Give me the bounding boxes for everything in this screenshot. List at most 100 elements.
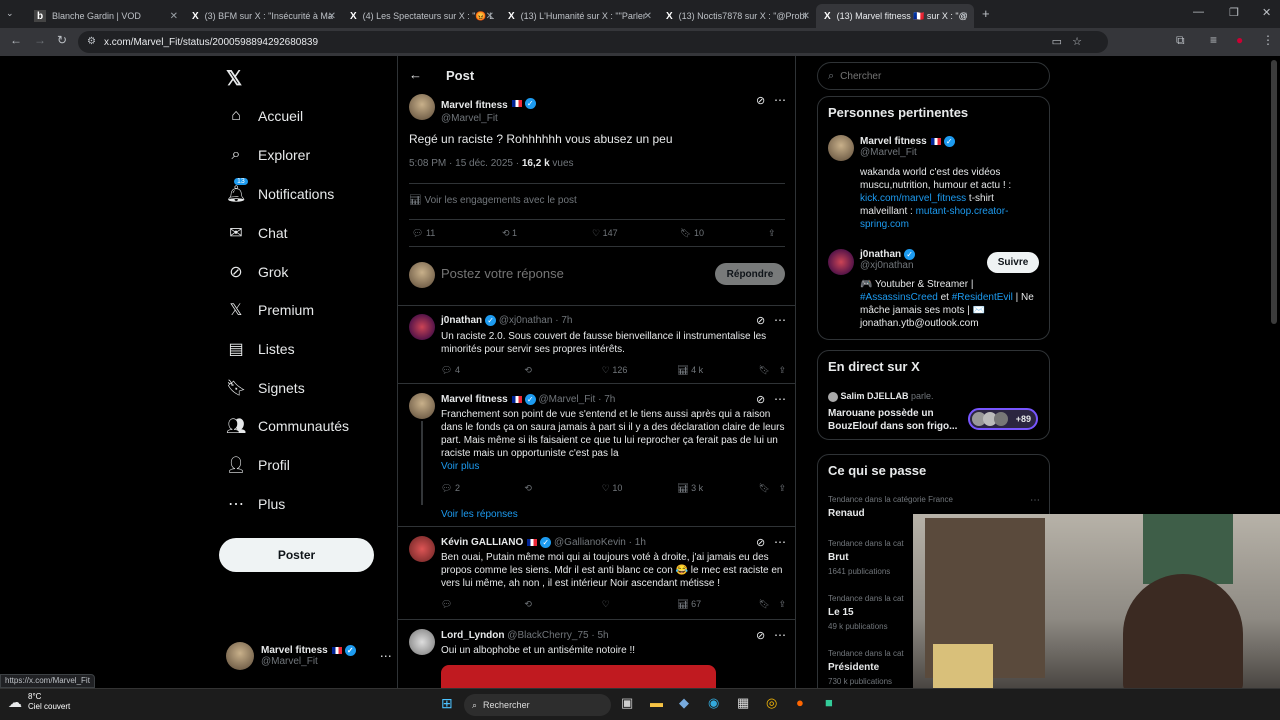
bookmark-button[interactable]: 🔖︎ 10 — [680, 228, 768, 239]
repost-button[interactable]: ⟲ — [524, 365, 601, 376]
close-icon[interactable]: ✕ — [960, 11, 968, 22]
bookmark-icon[interactable]: 🔖︎ — [759, 483, 779, 494]
repost-button[interactable]: ⟲ — [524, 599, 601, 610]
new-tab-icon[interactable]: + — [982, 6, 990, 21]
reply-button[interactable]: 💬︎ 11 — [412, 228, 502, 239]
bio-link[interactable]: kick.com/marvel_fitness — [860, 193, 966, 204]
browser-tab-active[interactable]: X (13) Marvel fitness 🇫🇷 sur X : "@ ✕ — [816, 4, 974, 28]
close-icon[interactable]: ✕ — [802, 11, 810, 22]
reply-button[interactable]: 💬︎ — [441, 599, 524, 610]
x-logo-icon[interactable]: 𝕏 — [226, 66, 242, 91]
share-icon[interactable]: ⇪ — [768, 228, 776, 239]
search-input[interactable] — [840, 70, 1021, 82]
avatar[interactable] — [409, 629, 435, 655]
reply-button[interactable]: 💬︎ 4 — [441, 365, 524, 376]
search-box[interactable]: ⌕ — [817, 62, 1050, 90]
nav-item-premium[interactable]: 𝕏 Premium — [226, 296, 314, 324]
live-listeners[interactable]: +89 — [968, 408, 1038, 430]
app-icon[interactable]: ■ — [825, 695, 833, 710]
more-icon[interactable]: ⋯ — [380, 649, 392, 663]
nav-item-chat[interactable]: ✉ Chat — [226, 219, 287, 247]
live-title[interactable]: Marouane possède un BouzElouf dans son f… — [828, 407, 963, 433]
browser-tab-1[interactable]: b Blanche Gardin | VOD ✕ — [26, 4, 184, 28]
more-icon[interactable]: ⋯ — [774, 93, 786, 107]
reply-tweet[interactable]: Marvel fitness ✓ @Marvel_Fit · 7h ⊘ ⋯ Fra… — [398, 385, 796, 527]
hashtag-link[interactable]: #ResidentEvil — [952, 292, 1013, 303]
browser-tab-3[interactable]: X (4) Les Spectateurs sur X : "😡 L ✕ — [342, 4, 500, 28]
browser-tab-2[interactable]: X (3) BFM sur X : "Insécurité à Ma ✕ — [184, 4, 342, 28]
browser-tab-5[interactable]: X (13) Noctis7878 sur X : "@Probl ✕ — [658, 4, 816, 28]
extensions-icon[interactable]: ⧉ — [1176, 33, 1185, 48]
close-icon[interactable]: ✕ — [328, 11, 336, 22]
repost-button[interactable]: ⟲ 1 — [502, 228, 592, 239]
page-scrollbar[interactable] — [1271, 60, 1277, 324]
taskbar-search[interactable]: ⌕ Rechercher — [464, 694, 611, 716]
nav-item-grok[interactable]: ⊘ Grok — [226, 258, 288, 286]
more-icon[interactable]: ⋯ — [774, 628, 786, 642]
post-button[interactable]: Poster — [219, 538, 374, 572]
person-card[interactable]: j0nathan ✓ @xj0nathan — [860, 249, 916, 271]
more-icon[interactable]: ⋯ — [1030, 495, 1040, 506]
minimize-icon[interactable]: — — [1193, 6, 1204, 18]
views-button[interactable]: 📊︎ 67 — [677, 599, 758, 610]
show-more-link[interactable]: Voir plus — [441, 461, 479, 472]
views-button[interactable]: 📊︎ 3 k — [677, 483, 758, 494]
nav-item-listes[interactable]: ▤ Listes — [226, 335, 294, 363]
views-button[interactable]: 📊︎ 4 k — [677, 365, 758, 376]
back-icon[interactable]: ← — [10, 33, 22, 47]
reply-tweet[interactable]: Kévin GALLIANO ✓ @GallianoKevin · 1h ⊘ ⋯ … — [398, 528, 796, 620]
engagements-link[interactable]: 📊︎ Voir les engagements avec le post — [409, 195, 577, 206]
avatar[interactable] — [828, 249, 854, 275]
trend-item[interactable]: Tendance dans la cat Présidente 730 k pu… — [828, 649, 904, 686]
browser-tab-4[interactable]: X (13) L'Humanité sur X : ""Parler ✕ — [500, 4, 658, 28]
nav-item-communautes[interactable]: 👥︎ Communautés — [226, 412, 349, 440]
trend-item[interactable]: Tendance dans la cat Le 15 49 k publicat… — [828, 594, 904, 631]
cast-icon[interactable]: ▭ — [1052, 35, 1062, 48]
bookmark-icon[interactable]: 🔖︎ — [759, 599, 779, 610]
like-button[interactable]: ♡ 10 — [602, 483, 677, 494]
avatar[interactable] — [828, 135, 854, 161]
reply-tweet[interactable]: j0nathan ✓ @xj0nathan · 7h ⊘ ⋯ Un raciste… — [398, 306, 796, 384]
weather-widget[interactable]: ☁ 8°C Ciel couvert — [8, 692, 70, 712]
follow-button[interactable]: Suivre — [987, 252, 1039, 273]
close-icon[interactable]: ✕ — [170, 11, 178, 22]
like-button[interactable]: ♡ 147 — [592, 228, 680, 239]
live-host[interactable]: Salim DJELLAB parle. — [828, 391, 934, 402]
reply-tweet[interactable]: Lord_Lyndon @BlackCherry_75 · 5h ⊘ ⋯ Oui… — [398, 621, 796, 688]
close-icon[interactable]: ✕ — [644, 11, 652, 22]
hashtag-link[interactable]: #AssassinsCreed — [860, 292, 938, 303]
more-icon[interactable]: ⋯ — [774, 392, 786, 406]
reload-icon[interactable]: ↻ — [57, 33, 67, 47]
bookmark-star-icon[interactable]: ☆ — [1072, 35, 1082, 48]
grok-icon[interactable]: ⊘ — [756, 314, 765, 327]
avatar[interactable] — [409, 314, 435, 340]
chrome-icon[interactable]: ◎ — [766, 695, 777, 711]
share-icon[interactable]: ⇪ — [778, 599, 786, 610]
window-close-icon[interactable]: ✕ — [1262, 6, 1271, 19]
account-switcher[interactable]: Marvel fitness ✓ @Marvel_Fit ⋯ — [226, 642, 392, 670]
profile-avatar-icon[interactable]: ● — [1236, 33, 1243, 47]
like-button[interactable]: ♡ 126 — [602, 365, 677, 376]
file-explorer-icon[interactable]: ▬ — [650, 695, 663, 710]
media-icon[interactable]: ≡ — [1210, 33, 1217, 47]
like-button[interactable]: ♡ — [602, 599, 677, 610]
tweet-media-image[interactable] — [441, 665, 716, 688]
nav-item-explorer[interactable]: ⌕ Explorer — [226, 141, 311, 169]
nav-item-accueil[interactable]: ⌂ Accueil — [226, 102, 303, 130]
nav-item-plus[interactable]: ⋯ Plus — [226, 490, 285, 518]
forward-icon[interactable]: → — [34, 33, 46, 47]
reply-button[interactable]: 💬︎ 2 — [441, 483, 524, 494]
windows-start-icon[interactable]: ⊞ — [441, 695, 453, 712]
back-arrow-icon[interactable]: ← — [409, 67, 422, 82]
grok-icon[interactable]: ⊘ — [756, 629, 765, 642]
post-author[interactable]: Marvel fitness ✓ @Marvel_Fit — [441, 95, 536, 124]
trend-item[interactable]: Tendance dans la cat Brut 1641 publicati… — [828, 539, 904, 576]
person-card[interactable]: Marvel fitness ✓ @Marvel_Fit — [860, 136, 955, 158]
nav-item-notifications[interactable]: 🔔︎ 13 Notifications — [226, 178, 334, 208]
store-icon[interactable]: ▦ — [737, 695, 749, 711]
address-bar[interactable]: ⚙ x.com/Marvel_Fit/status/20005988942926… — [78, 31, 1108, 53]
avatar[interactable] — [409, 393, 435, 419]
avatar[interactable] — [409, 536, 435, 562]
share-icon[interactable]: ⇪ — [778, 365, 786, 376]
grok-icon[interactable]: ⊘ — [756, 393, 765, 406]
